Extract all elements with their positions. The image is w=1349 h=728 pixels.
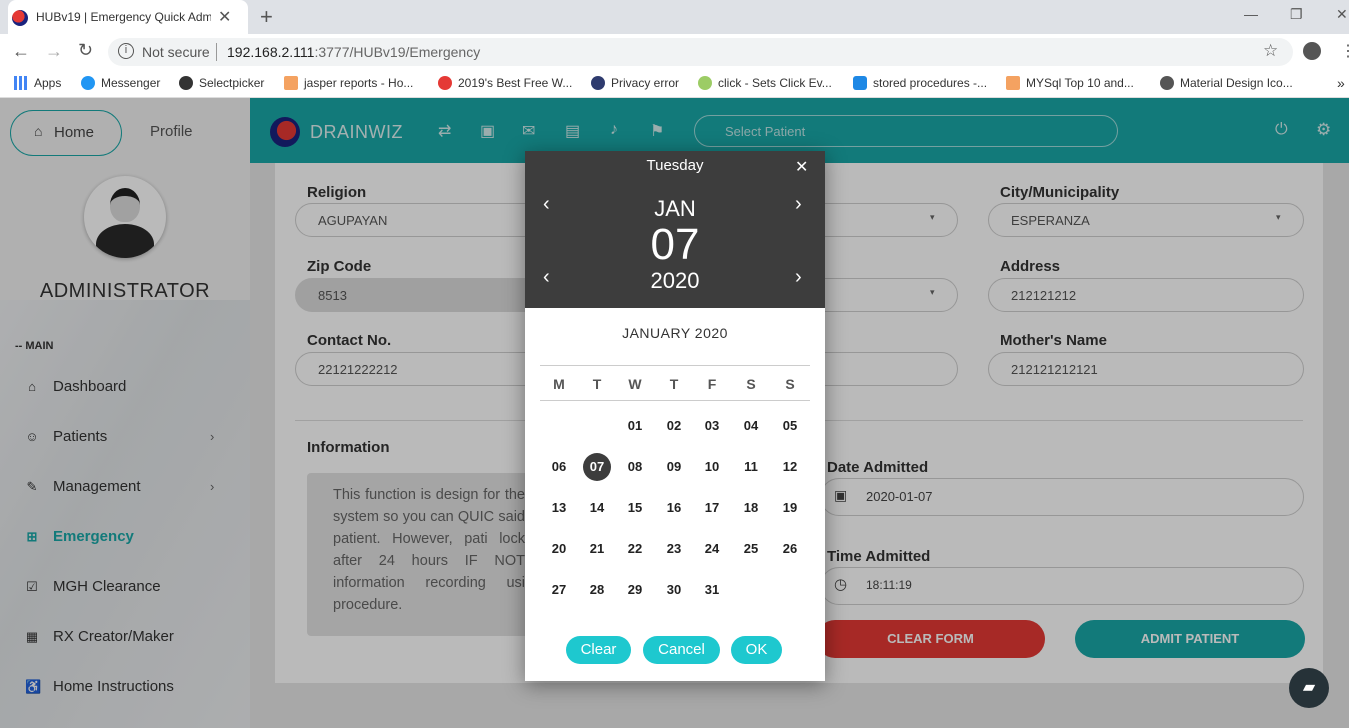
calendar-day[interactable]: 06	[540, 459, 578, 474]
click-icon	[698, 76, 712, 90]
selected-day: 07	[650, 220, 700, 269]
ok-button[interactable]: OK	[731, 636, 782, 664]
calendar-day[interactable]: 16	[655, 500, 693, 515]
calendar-day[interactable]: 20	[540, 541, 578, 556]
mysql-icon	[1006, 76, 1020, 90]
chat-icon[interactable]: ▰	[1289, 668, 1329, 708]
selected-weekday: Tuesday	[646, 157, 704, 174]
divider	[540, 400, 810, 401]
menu-icon[interactable]: ⋮	[1340, 41, 1349, 61]
selectpicker-icon	[179, 76, 193, 90]
restore-icon[interactable]: ❐	[1290, 6, 1303, 23]
new-tab-icon[interactable]: +	[260, 4, 273, 30]
calendar-day[interactable]: 08	[616, 459, 654, 474]
calendar-day[interactable]: 29	[616, 582, 654, 597]
calendar-day[interactable]: 15	[616, 500, 654, 515]
calendar-day[interactable]: 31	[693, 582, 731, 597]
selected-year: 2020	[650, 268, 700, 293]
favicon-icon	[12, 10, 28, 26]
divider	[216, 43, 217, 61]
bookmark-best-free[interactable]: 2019's Best Free W...	[438, 76, 572, 90]
bookmark-mysql[interactable]: MYSql Top 10 and...	[1006, 76, 1134, 90]
bookmark-selectpicker[interactable]: Selectpicker	[179, 76, 264, 90]
calendar-day[interactable]: 27	[540, 582, 578, 597]
calendar-day[interactable]: 07	[578, 459, 616, 474]
db-icon	[853, 76, 867, 90]
calendar-day[interactable]: 10	[693, 459, 731, 474]
calendar-day[interactable]: 14	[578, 500, 616, 515]
more-bookmarks-icon[interactable]: »	[1337, 75, 1345, 91]
apps-icon	[14, 76, 28, 90]
calendar-day[interactable]: 19	[771, 500, 809, 515]
calendar-day[interactable]: 26	[771, 541, 809, 556]
calendar-day[interactable]: 05	[771, 418, 809, 433]
calendar-day[interactable]: 24	[693, 541, 731, 556]
best-free-icon	[438, 76, 452, 90]
calendar-day[interactable]: 30	[655, 582, 693, 597]
clear-button[interactable]: Clear	[566, 636, 631, 664]
selected-month: JAN	[654, 196, 696, 221]
url-text[interactable]: 192.168.2.111:3777/HUBv19/Emergency	[227, 44, 480, 60]
account-icon[interactable]	[1303, 42, 1321, 60]
calendar-day[interactable]: 13	[540, 500, 578, 515]
weekday-header: W	[628, 376, 642, 392]
calendar-day[interactable]: 04	[732, 418, 770, 433]
close-icon[interactable]: ✕	[795, 157, 808, 177]
calendar-day[interactable]: 25	[732, 541, 770, 556]
messenger-icon	[81, 76, 95, 90]
calendar-day[interactable]: 01	[616, 418, 654, 433]
cancel-button[interactable]: Cancel	[643, 636, 720, 664]
weekday-header: T	[592, 376, 602, 392]
calendar-month-title: JANUARY 2020	[622, 325, 728, 341]
jasper-icon	[284, 76, 298, 90]
privacy-icon	[591, 76, 605, 90]
weekday-header: T	[669, 376, 679, 392]
close-tab-icon[interactable]: ✕	[218, 7, 231, 27]
divider	[540, 365, 810, 366]
weekday-header: M	[553, 376, 565, 392]
bookmark-apps[interactable]: Apps	[14, 76, 61, 90]
bookmark-jasper[interactable]: jasper reports - Ho...	[284, 76, 413, 90]
weekday-header: S	[785, 376, 795, 392]
info-icon[interactable]: i	[118, 43, 134, 59]
weekday-header: S	[746, 376, 756, 392]
calendar-day[interactable]: 02	[655, 418, 693, 433]
calendar-day[interactable]: 22	[616, 541, 654, 556]
reload-icon[interactable]: ↻	[78, 40, 93, 61]
calendar-day[interactable]: 18	[732, 500, 770, 515]
bookmark-messenger[interactable]: Messenger	[81, 76, 160, 90]
back-icon[interactable]: ←	[12, 41, 30, 62]
forward-icon[interactable]: →	[45, 41, 63, 62]
calendar-day[interactable]: 28	[578, 582, 616, 597]
not-secure-label: Not secure	[142, 44, 210, 60]
calendar-day[interactable]: 23	[655, 541, 693, 556]
weekday-header: F	[707, 376, 717, 392]
calendar-day[interactable]: 12	[771, 459, 809, 474]
calendar-day[interactable]: 17	[693, 500, 731, 515]
calendar-day[interactable]: 09	[655, 459, 693, 474]
bookmark-stored-procedures[interactable]: stored procedures -...	[853, 76, 987, 90]
star-icon[interactable]: ☆	[1263, 41, 1278, 61]
tab-title: HUBv19 | Emergency Quick Admi	[36, 10, 211, 24]
bookmark-privacy-error[interactable]: Privacy error	[591, 76, 679, 90]
globe-icon	[1160, 76, 1174, 90]
bookmark-click[interactable]: click - Sets Click Ev...	[698, 76, 832, 90]
bookmark-material-design[interactable]: Material Design Ico...	[1160, 76, 1293, 90]
minimize-icon[interactable]: —	[1244, 6, 1258, 22]
window-close-icon[interactable]: ✕	[1336, 6, 1348, 23]
calendar-day[interactable]: 11	[732, 459, 770, 474]
calendar-day[interactable]: 21	[578, 541, 616, 556]
calendar-day[interactable]: 03	[693, 418, 731, 433]
